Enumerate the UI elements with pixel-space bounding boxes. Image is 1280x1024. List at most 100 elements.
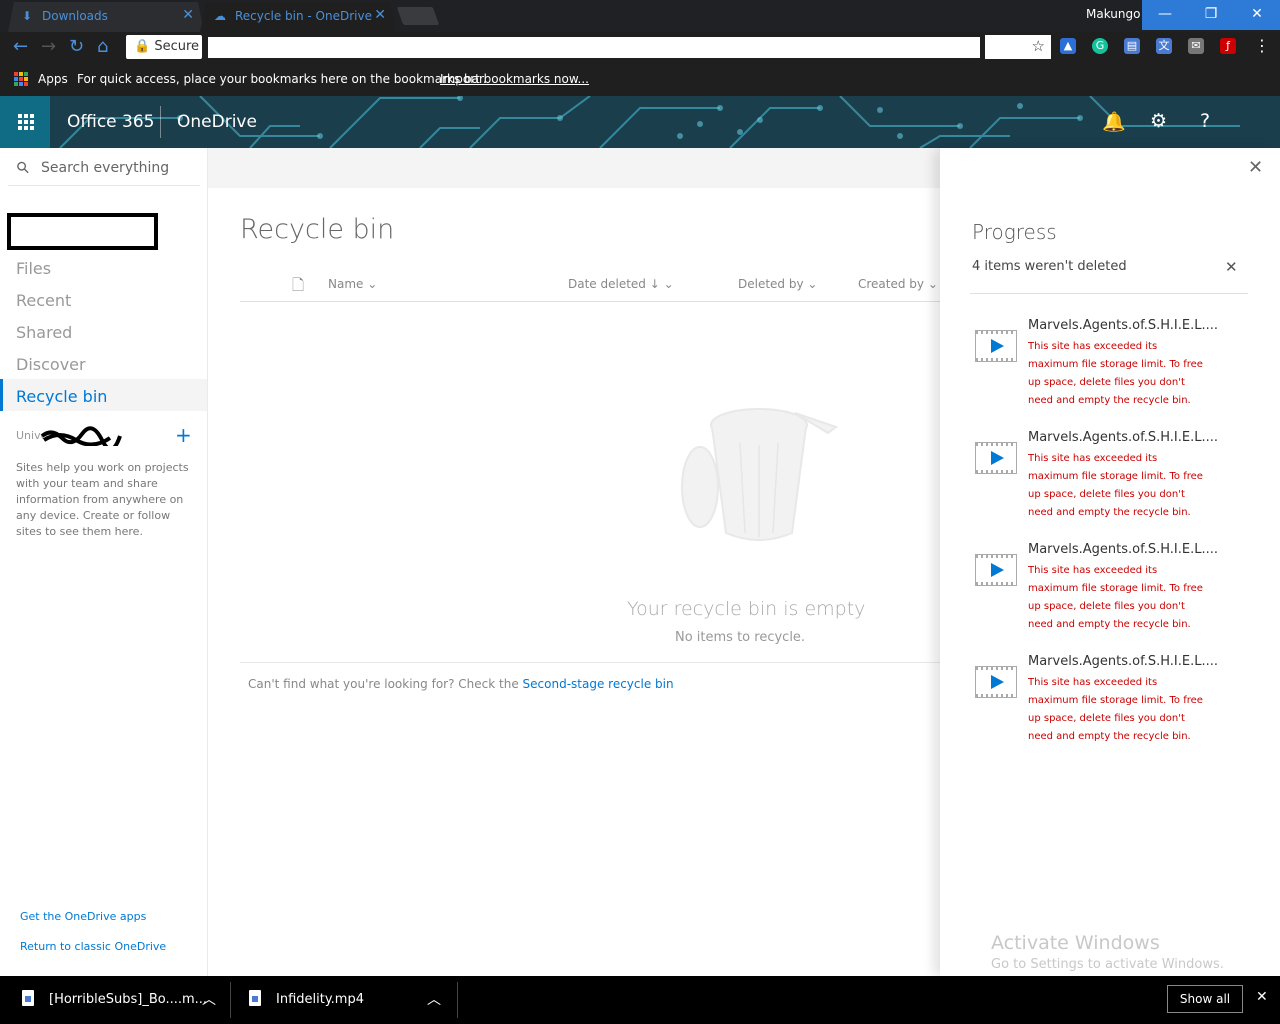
- lock-icon: 🔒: [134, 39, 151, 54]
- add-site-icon[interactable]: +: [175, 423, 192, 447]
- empty-state-title: Your recycle bin is empty: [627, 598, 866, 620]
- tab-downloads[interactable]: ⬇ Downloads ✕: [8, 2, 204, 32]
- column-name[interactable]: Name ⌄: [328, 277, 377, 291]
- empty-trash-can-illustration: [681, 408, 839, 541]
- new-tab-button[interactable]: [396, 7, 440, 25]
- video-file-icon: [975, 666, 1017, 698]
- dismiss-summary-icon[interactable]: ✕: [1225, 258, 1238, 276]
- settings-gear-icon[interactable]: ⚙: [1150, 110, 1167, 132]
- header-divider: [160, 106, 161, 138]
- download-item[interactable]: Infidelity.mp4 ︿: [249, 976, 449, 1024]
- download-separator: [457, 982, 458, 1018]
- redaction-scribble: [40, 426, 122, 446]
- download-item[interactable]: [HorribleSubs]_Bo....m... ︿: [22, 976, 222, 1024]
- onedrive-label[interactable]: OneDrive: [177, 112, 257, 132]
- video-file-icon: [975, 554, 1017, 586]
- extension-doc-icon[interactable]: ▤: [1124, 38, 1140, 54]
- forward-icon[interactable]: →: [41, 36, 56, 57]
- show-all-button[interactable]: Show all: [1167, 985, 1243, 1013]
- apps-grid-icon[interactable]: [14, 72, 28, 86]
- failed-item-name: Marvels.Agents.of.S.H.I.E.L....: [1028, 318, 1218, 333]
- second-stage-link[interactable]: Second-stage recycle bin: [523, 677, 674, 691]
- failed-item: Marvels.Agents.of.S.H.I.E.L.... This sit…: [972, 318, 1242, 418]
- document-icon: [22, 990, 34, 1006]
- redacted-account-box: [7, 213, 158, 250]
- cant-find-text: Can't find what you're looking for? Chec…: [248, 677, 674, 691]
- download-name: Infidelity.mp4: [276, 992, 364, 1007]
- document-icon: [249, 990, 261, 1006]
- failed-item-name: Marvels.Agents.of.S.H.I.E.L....: [1028, 654, 1218, 669]
- back-icon[interactable]: ←: [13, 36, 28, 57]
- download-icon: ⬇: [22, 9, 33, 23]
- panel-close-icon[interactable]: ✕: [1248, 157, 1263, 178]
- video-file-icon: [975, 442, 1017, 474]
- tab-close-icon[interactable]: ✕: [374, 7, 386, 23]
- failed-item-error: This site has exceeded its maximum file …: [1028, 341, 1203, 406]
- bookmark-star-icon[interactable]: ☆: [985, 35, 1051, 59]
- import-bookmarks-link[interactable]: Import bookmarks now...: [440, 72, 589, 86]
- failed-item-error: This site has exceeded its maximum file …: [1028, 565, 1203, 630]
- column-created-by-label: Created by: [858, 277, 925, 291]
- extension-graduation-icon[interactable]: ▲: [1060, 38, 1076, 54]
- tab-title: Recycle bin - OneDrive: [235, 9, 372, 23]
- onedrive-cloud-icon: ☁: [214, 9, 226, 23]
- nav-recycle-bin[interactable]: Recycle bin: [16, 387, 107, 406]
- home-icon[interactable]: ⌂: [97, 36, 108, 57]
- close-window-button[interactable]: ✕: [1234, 0, 1280, 30]
- flash-icon[interactable]: ƒ: [1220, 38, 1236, 54]
- menu-icon[interactable]: ⋮: [1254, 38, 1270, 54]
- progress-summary: 4 items weren't deleted: [972, 259, 1127, 274]
- bell-icon[interactable]: 🔔: [1102, 110, 1126, 133]
- empty-state-subtitle: No items to recycle.: [675, 630, 806, 645]
- sort-arrow-icon: ↓: [649, 277, 660, 291]
- progress-title: Progress: [972, 220, 1057, 244]
- restore-button[interactable]: ❐: [1188, 0, 1234, 30]
- column-name-label: Name: [328, 277, 364, 291]
- download-separator: [230, 982, 231, 1018]
- tab-recycle-bin[interactable]: ☁ Recycle bin - OneDrive ✕: [200, 2, 396, 32]
- failed-item-name: Marvels.Agents.of.S.H.I.E.L....: [1028, 430, 1218, 445]
- minimize-button[interactable]: —: [1142, 0, 1188, 30]
- failed-item-name: Marvels.Agents.of.S.H.I.E.L....: [1028, 542, 1218, 557]
- video-file-icon: [975, 330, 1017, 362]
- failed-item: Marvels.Agents.of.S.H.I.E.L.... This sit…: [972, 654, 1242, 754]
- address-input[interactable]: [208, 37, 980, 58]
- app-launcher-button[interactable]: [0, 96, 50, 148]
- failed-item-error: This site has exceeded its maximum file …: [1028, 453, 1203, 518]
- activate-windows-watermark: Activate Windows: [991, 932, 1160, 954]
- help-icon[interactable]: ?: [1200, 110, 1210, 132]
- column-date-label: Date deleted: [568, 277, 646, 291]
- bookmarks-hint: For quick access, place your bookmarks h…: [77, 72, 487, 86]
- failed-item: Marvels.Agents.of.S.H.I.E.L.... This sit…: [972, 542, 1242, 642]
- column-date-deleted[interactable]: Date deleted ↓ ⌄: [568, 277, 674, 291]
- nav-recent[interactable]: Recent: [16, 291, 71, 310]
- empty-divider-line: [240, 662, 940, 663]
- sites-help-text: Sites help you work on projects with you…: [16, 461, 189, 538]
- secure-badge[interactable]: 🔒 Secure: [126, 35, 202, 59]
- column-deleted-by[interactable]: Deleted by ⌄: [738, 277, 817, 291]
- header-divider-line: [240, 301, 940, 302]
- close-downloads-icon[interactable]: ✕: [1256, 989, 1268, 1005]
- return-classic-link[interactable]: Return to classic OneDrive: [20, 940, 166, 953]
- failed-item: Marvels.Agents.of.S.H.I.E.L.... This sit…: [972, 430, 1242, 530]
- search-input[interactable]: Search everything: [41, 160, 169, 176]
- tab-close-icon[interactable]: ✕: [182, 7, 194, 23]
- reload-icon[interactable]: ↻: [69, 36, 84, 57]
- column-created-by[interactable]: Created by ⌄: [858, 277, 938, 291]
- nav-discover[interactable]: Discover: [16, 355, 86, 374]
- get-onedrive-apps-link[interactable]: Get the OneDrive apps: [20, 910, 146, 923]
- chevron-up-icon[interactable]: ︿: [427, 989, 441, 1009]
- google-translate-icon[interactable]: 文: [1156, 38, 1172, 54]
- profile-name[interactable]: Makungo: [1086, 7, 1140, 21]
- waffle-icon: [18, 114, 34, 130]
- activate-windows-subtext: Go to Settings to activate Windows.: [991, 957, 1224, 972]
- grammarly-icon[interactable]: G: [1092, 38, 1108, 54]
- secure-label: Secure: [154, 39, 200, 54]
- command-bar: [208, 148, 940, 188]
- nav-files[interactable]: Files: [16, 259, 51, 278]
- apps-label[interactable]: Apps: [38, 72, 68, 86]
- nav-shared[interactable]: Shared: [16, 323, 72, 342]
- office365-label[interactable]: Office 365: [67, 112, 154, 132]
- mail-icon[interactable]: ✉: [1188, 38, 1204, 54]
- chevron-up-icon[interactable]: ︿: [202, 989, 216, 1009]
